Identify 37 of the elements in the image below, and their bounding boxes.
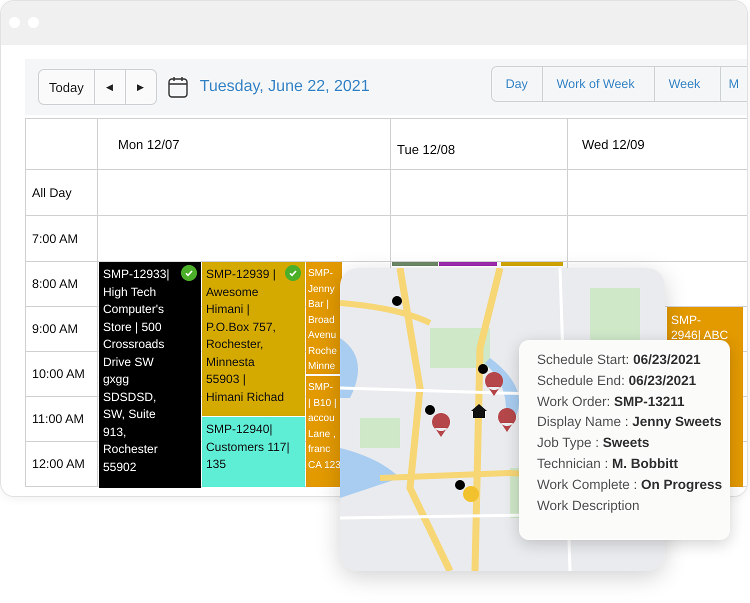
calendar-icon[interactable]	[168, 76, 188, 98]
next-button[interactable]: ▶	[124, 70, 156, 104]
event-text: SMP- | B10 | accou Lane , franc CA 123	[308, 382, 341, 470]
previous-button[interactable]: ◀	[94, 70, 125, 104]
event-block[interactable]	[439, 262, 497, 266]
tooltip-field: Schedule Start: 06/23/2021	[537, 352, 730, 369]
event-text: SMP- 2946| ABC	[671, 313, 728, 342]
time-label: 10:00 AM	[32, 367, 85, 381]
current-date: Tuesday, June 22, 2021	[200, 78, 370, 96]
event-block[interactable]: SMP-12939 | Awesome Himani | P.O.Box 757, Rochester, Minnesta 55903 | Himani Richad	[202, 262, 305, 416]
time-label: 8:00 AM	[32, 277, 78, 291]
calendar-cell[interactable]	[98, 170, 391, 216]
tooltip-field: Work Description	[537, 498, 730, 514]
time-label: All Day	[32, 186, 72, 200]
tooltip-field: Technician : M. Bobbitt	[537, 456, 730, 473]
event-block[interactable]	[501, 262, 563, 266]
event-block[interactable]: SMP-12933| High Tech Computer's Store | 500 Crossroads Drive SW gxgg SDSDSD, SW, Suite 913, Rochester 55902	[99, 262, 201, 488]
event-text: SMP- Jenny Bar | Broad Avenu Roche Minne	[308, 268, 337, 372]
time-label: 12:00 AM	[32, 457, 85, 471]
event-block[interactable]	[392, 262, 438, 266]
tooltip-field: Job Type : Sweets	[537, 435, 730, 452]
event-block[interactable]: SMP-12940| Customers 117| 135	[202, 417, 305, 487]
event-text: SMP-12940| Customers 117| 135	[206, 422, 290, 471]
event-text: SMP-12933| High Tech Computer's Store | 500 Crossroads Drive SW gxgg SDSDSD, SW, Suite 913, Rochester 55902	[103, 267, 170, 474]
time-label: 7:00 AM	[32, 232, 78, 246]
tooltip-field: Display Name : Jenny Sweets	[537, 414, 730, 432]
time-label: 11:00 AM	[32, 412, 84, 426]
tooltip-field: Work Complete : On Progress	[537, 476, 730, 494]
today-button[interactable]: Today	[39, 70, 94, 104]
tooltip-field: Work Order: SMP-13211	[537, 394, 730, 410]
day-header: Wed 12/09	[582, 136, 645, 152]
time-label: 9:00 AM	[32, 322, 78, 336]
tooltip-field: Schedule End: 06/23/2021	[537, 372, 730, 390]
day-header: Mon 12/07	[118, 136, 180, 152]
event-text: SMP-12939 | Awesome Himani | P.O.Box 757, Rochester, Minnesta 55903 | Himani Richad	[206, 267, 284, 404]
day-header: Tue 12/08	[397, 142, 456, 156]
calendar-cell[interactable]	[391, 170, 568, 216]
